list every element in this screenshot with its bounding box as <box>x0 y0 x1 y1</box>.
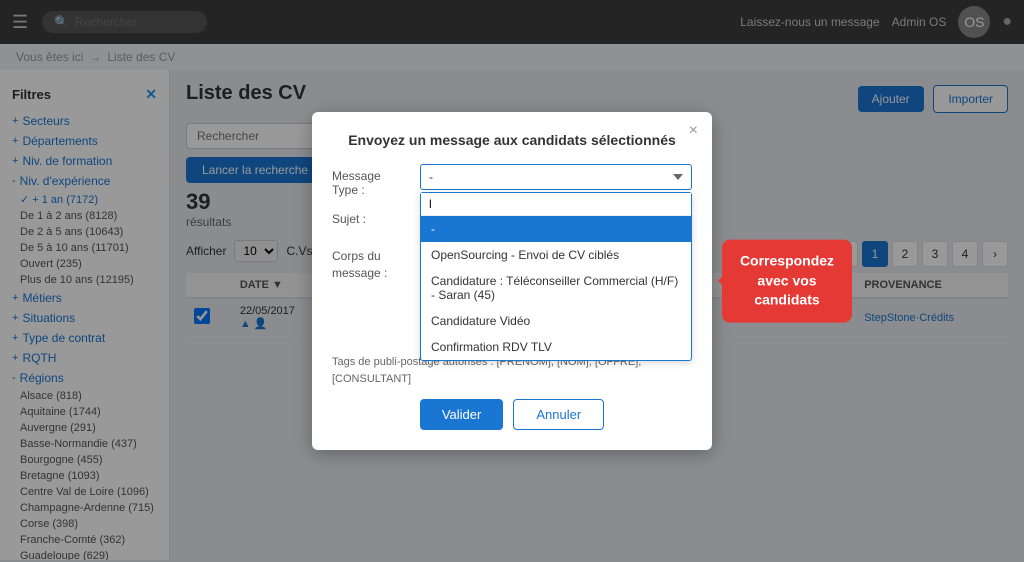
modal-message-type-label: Message Type : <box>332 164 412 197</box>
send-message-modal: Envoyez un message aux candidats sélecti… <box>312 112 712 450</box>
annuler-button[interactable]: Annuler <box>513 399 604 430</box>
modal-message-type-row: Message Type : - - OpenSourcing - Envoi … <box>332 164 692 197</box>
dropdown-option-video[interactable]: Candidature Vidéo <box>421 308 691 334</box>
dropdown-option-opensourcing[interactable]: OpenSourcing - Envoi de CV ciblés <box>421 242 691 268</box>
modal-title: Envoyez un message aux candidats sélecti… <box>332 132 692 148</box>
dropdown-search-input[interactable] <box>421 193 691 216</box>
dropdown-option-candidature[interactable]: Candidature : Téléconseiller Commercial … <box>421 268 691 308</box>
modal-close-button[interactable]: × <box>689 122 698 140</box>
modal-footer: Valider Annuler <box>332 399 692 430</box>
modal-overlay: Envoyez un message aux candidats sélecti… <box>0 0 1024 562</box>
dropdown-option-rdv[interactable]: Confirmation RDV TLV <box>421 334 691 360</box>
valider-button[interactable]: Valider <box>420 399 504 430</box>
message-type-dropdown: - OpenSourcing - Envoi de CV ciblés Cand… <box>420 192 692 361</box>
modal-message-type-field: - - OpenSourcing - Envoi de CV ciblés Ca… <box>420 164 692 190</box>
dropdown-option-dash[interactable]: - <box>421 216 691 242</box>
callout-bubble: Correspondez avec vos candidats <box>722 240 852 323</box>
message-type-select[interactable]: - <box>420 164 692 190</box>
select-wrapper: - - OpenSourcing - Envoi de CV ciblés Ca… <box>420 164 692 190</box>
modal-sujet-label: Sujet : <box>332 207 412 226</box>
modal-corps-label: Corps du message : <box>332 243 412 282</box>
